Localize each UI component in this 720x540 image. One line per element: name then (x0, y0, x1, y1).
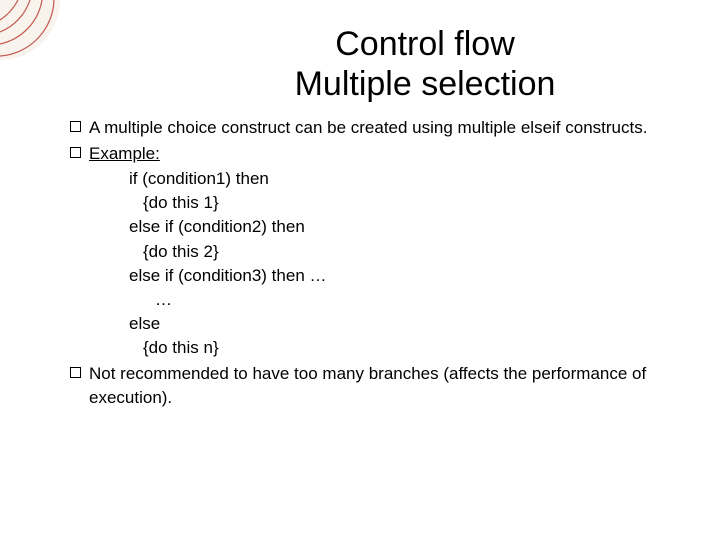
bullet-1-text: A multiple choice construct can be creat… (89, 116, 680, 139)
slide-title: Control flow Multiple selection (165, 0, 685, 114)
title-line-2: Multiple selection (165, 64, 685, 104)
title-line-1: Control flow (165, 24, 685, 64)
bullet-2-label: Example: (89, 144, 160, 163)
corner-decoration (0, 0, 60, 60)
code-line-6: … (89, 288, 680, 312)
square-bullet-icon (70, 147, 81, 158)
example-code: if (condition1) then {do this 1} else if… (89, 167, 680, 360)
bullet-1-seg-b: elseif (521, 118, 561, 137)
slide-body: A multiple choice construct can be creat… (0, 114, 720, 409)
code-line-8: {do this n} (89, 336, 680, 360)
bullet-3: Not recommended to have too many branche… (70, 362, 680, 409)
code-line-5: else if (condition3) then … (89, 264, 680, 288)
bullet-2: Example: if (condition1) then {do this 1… (70, 142, 680, 360)
code-line-2: {do this 1} (89, 191, 680, 215)
code-line-4: {do this 2} (89, 240, 680, 264)
bullet-1: A multiple choice construct can be creat… (70, 116, 680, 139)
bullet-2-text: Example: if (condition1) then {do this 1… (89, 142, 680, 360)
bullet-3-text: Not recommended to have too many branche… (89, 362, 680, 409)
code-line-1: if (condition1) then (89, 167, 680, 191)
code-line-7: else (89, 312, 680, 336)
square-bullet-icon (70, 367, 81, 378)
bullet-1-seg-a: A multiple choice construct can be creat… (89, 118, 521, 137)
code-line-3: else if (condition2) then (89, 215, 680, 239)
bullet-1-seg-c: constructs. (561, 118, 648, 137)
square-bullet-icon (70, 121, 81, 132)
